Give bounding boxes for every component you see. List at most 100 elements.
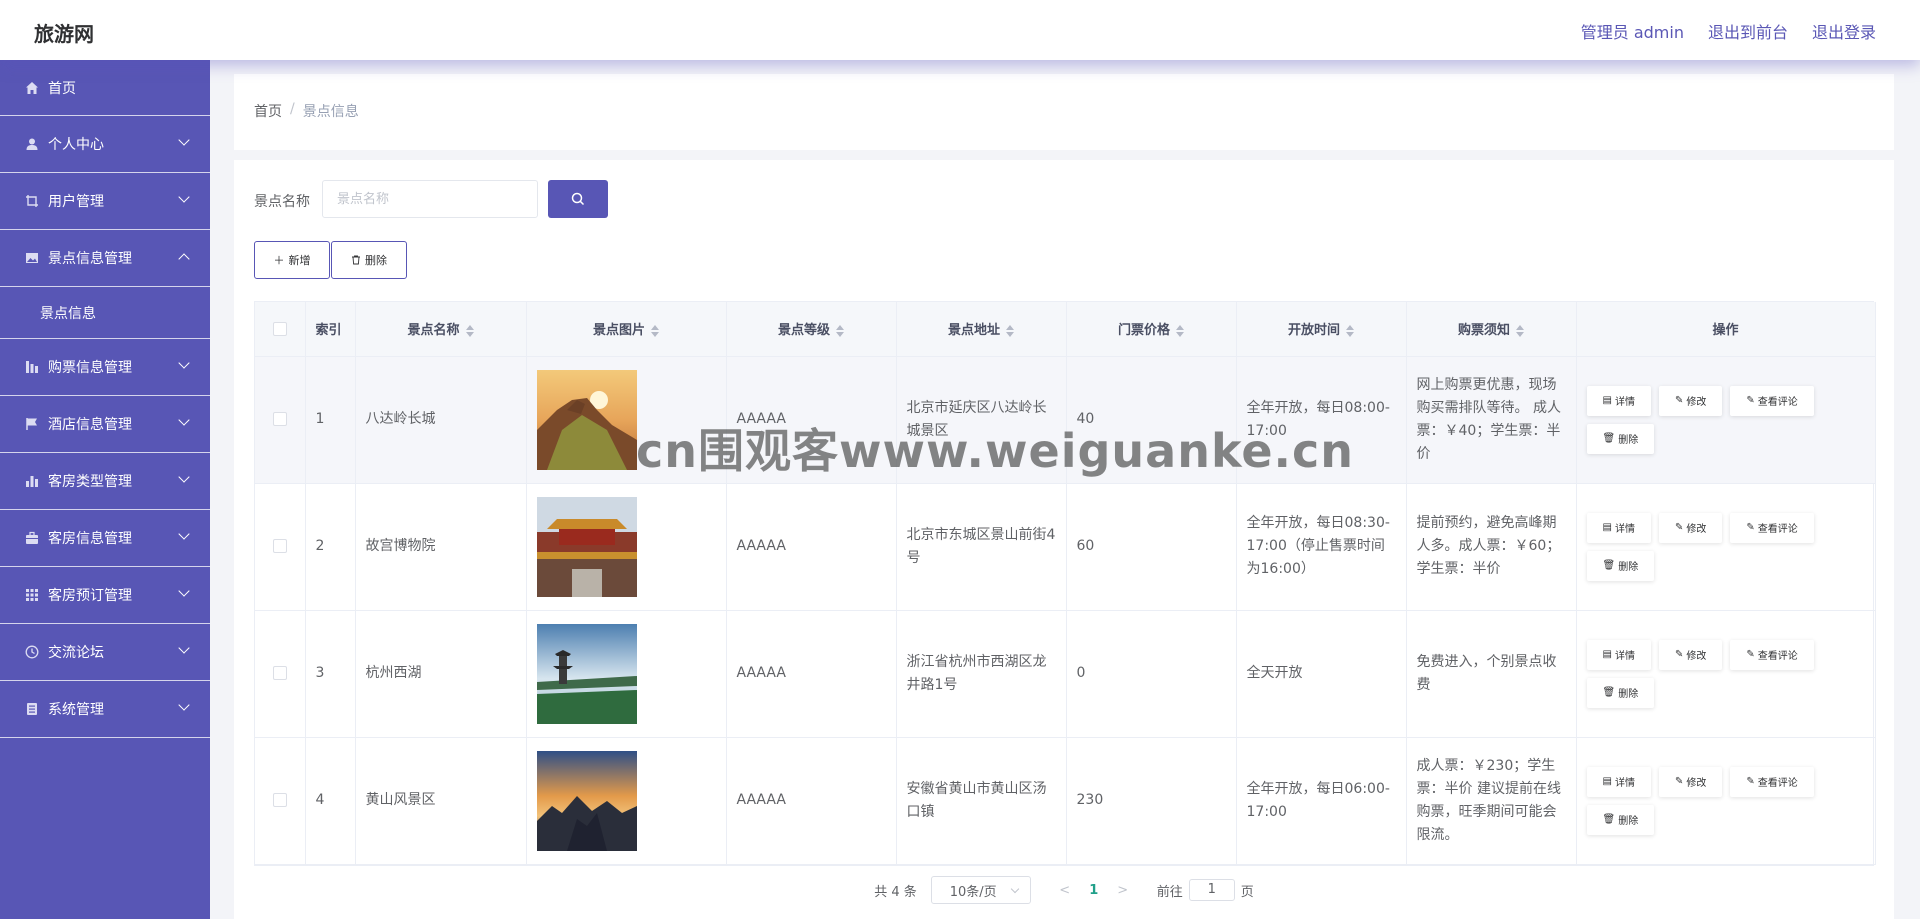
name-cell: 杭州西湖 bbox=[355, 610, 527, 738]
trash-icon: 🗑 bbox=[1602, 687, 1616, 698]
chevron-down-icon bbox=[178, 642, 190, 654]
level-cell: AAAAA bbox=[726, 610, 897, 738]
document-icon: ▤ bbox=[1602, 395, 1612, 406]
sidebar-item-room-management[interactable]: 客房信息管理 bbox=[0, 510, 210, 567]
detail-button[interactable]: ▤ 详情 bbox=[1586, 639, 1651, 670]
search-button[interactable] bbox=[548, 180, 608, 218]
logout-link[interactable]: 退出登录 bbox=[1812, 19, 1876, 43]
breadcrumb-current: 景点信息 bbox=[302, 104, 359, 120]
column-header-label: 景点名称 bbox=[407, 323, 460, 339]
sidebar-item-forum[interactable]: 交流论坛 bbox=[0, 624, 210, 681]
column-header-price[interactable]: 门票价格 bbox=[1066, 302, 1237, 357]
sort-caret-icon[interactable] bbox=[651, 324, 659, 337]
image-cell bbox=[526, 610, 727, 738]
sort-caret-icon[interactable] bbox=[1176, 324, 1184, 337]
sidebar-item-ticket-management[interactable]: 购票信息管理 bbox=[0, 339, 210, 396]
column-header-address[interactable]: 景点地址 bbox=[896, 302, 1067, 357]
sort-caret-icon[interactable] bbox=[465, 324, 474, 337]
sidebar-item-home[interactable]: 首页 bbox=[0, 60, 210, 116]
sort-caret-icon[interactable] bbox=[1346, 324, 1354, 337]
sort-caret-icon[interactable] bbox=[1516, 324, 1524, 337]
header-actions: 管理员 admin 退出到前台 退出登录 bbox=[1581, 19, 1876, 43]
goto-page: 前往 1 页 bbox=[1157, 879, 1254, 901]
sort-caret-icon[interactable] bbox=[836, 324, 844, 337]
sidebar-item-system[interactable]: 系统管理 bbox=[0, 681, 210, 738]
view-comments-button[interactable]: ✎ 查看评论 bbox=[1730, 512, 1814, 543]
column-header-level[interactable]: 景点等级 bbox=[726, 302, 897, 357]
sidebar-item-hotel-management[interactable]: 酒店信息管理 bbox=[0, 396, 210, 453]
page-size-select[interactable]: 10条/页 bbox=[930, 876, 1031, 904]
row-checkbox[interactable] bbox=[272, 539, 287, 553]
edit-button[interactable]: ✎ 修改 bbox=[1658, 766, 1723, 797]
delete-row-button[interactable]: 🗑 删除 bbox=[1586, 550, 1655, 581]
delete-row-button[interactable]: 🗑 删除 bbox=[1586, 423, 1655, 454]
sidebar-subitem-scenic-info[interactable]: 景点信息 bbox=[0, 287, 210, 339]
row-select-cell bbox=[255, 483, 306, 611]
hours-cell: 全年开放，每日08:30-17:00（停止售票时间为16:00） bbox=[1236, 483, 1407, 611]
view-comments-label: 查看评论 bbox=[1757, 651, 1798, 662]
batch-delete-button[interactable]: 删除 bbox=[331, 241, 407, 279]
column-header-image[interactable]: 景点图片 bbox=[526, 302, 727, 357]
home-icon bbox=[24, 80, 40, 96]
view-comments-button[interactable]: ✎ 查看评论 bbox=[1730, 766, 1814, 797]
sidebar-item-personal[interactable]: 个人中心 bbox=[0, 116, 210, 173]
pencil-icon: ✎ bbox=[1674, 522, 1684, 533]
select-all-checkbox[interactable] bbox=[272, 321, 287, 336]
breadcrumb-home[interactable]: 首页 bbox=[254, 101, 282, 121]
breadcrumb: 首页 / 景点信息 bbox=[254, 101, 359, 121]
column-header-label: 景点等级 bbox=[777, 323, 830, 339]
row-checkbox[interactable] bbox=[272, 666, 287, 680]
pagination: 共 4 条 10条/页 < 1 > 前往 1 页 bbox=[234, 875, 1894, 905]
add-button[interactable]: ＋ 新增 bbox=[254, 241, 330, 279]
sort-caret-icon[interactable] bbox=[1006, 324, 1014, 337]
row-checkbox[interactable] bbox=[272, 412, 287, 426]
detail-button[interactable]: ▤ 详情 bbox=[1586, 512, 1651, 543]
notice-cell: 免费进入，个别景点收费 bbox=[1406, 610, 1577, 738]
forbidden-city-photo[interactable] bbox=[536, 496, 637, 597]
sidebar-item-scenic-management[interactable]: 景点信息管理 bbox=[0, 230, 210, 287]
great-wall-photo[interactable] bbox=[536, 369, 637, 470]
view-comments-label: 查看评论 bbox=[1757, 397, 1798, 408]
sidebar-item-label: 客房信息管理 bbox=[48, 531, 132, 547]
view-comments-label: 查看评论 bbox=[1757, 778, 1798, 789]
view-comments-button[interactable]: ✎ 查看评论 bbox=[1730, 639, 1814, 670]
page-number-current[interactable]: 1 bbox=[1079, 883, 1109, 898]
index-cell: 4 bbox=[305, 737, 356, 865]
column-header-label: 购票须知 bbox=[1457, 323, 1510, 339]
sidebar-item-users[interactable]: 用户管理 bbox=[0, 173, 210, 230]
goto-page-input[interactable]: 1 bbox=[1188, 879, 1235, 901]
edit-button[interactable]: ✎ 修改 bbox=[1658, 512, 1723, 543]
trash-icon: 🗑 bbox=[1602, 560, 1616, 571]
delete-row-button[interactable]: 🗑 删除 bbox=[1586, 677, 1655, 708]
sidebar-item-label: 客房预订管理 bbox=[48, 588, 132, 604]
delete-row-button[interactable]: 🗑 删除 bbox=[1586, 804, 1655, 835]
sidebar-item-booking-management[interactable]: 客房预订管理 bbox=[0, 567, 210, 624]
chevron-down-icon bbox=[1010, 884, 1019, 894]
delete-row-label: 删除 bbox=[1618, 816, 1639, 827]
pencil-icon: ✎ bbox=[1674, 776, 1684, 787]
huangshan-photo[interactable] bbox=[536, 750, 637, 851]
sidebar-item-label: 系统管理 bbox=[48, 702, 104, 718]
sidebar-item-room-type-management[interactable]: 客房类型管理 bbox=[0, 453, 210, 510]
search-input[interactable] bbox=[322, 180, 538, 218]
delete-row-label: 删除 bbox=[1618, 435, 1639, 446]
column-header-name[interactable]: 景点名称 bbox=[355, 302, 527, 357]
admin-user-link[interactable]: 管理员 admin bbox=[1581, 19, 1684, 43]
edit-button[interactable]: ✎ 修改 bbox=[1658, 639, 1723, 670]
detail-button[interactable]: ▤ 详情 bbox=[1586, 766, 1651, 797]
detail-button[interactable]: ▤ 详情 bbox=[1586, 385, 1651, 416]
brand-title: 旅游网 bbox=[34, 22, 94, 46]
user-icon bbox=[24, 136, 40, 152]
view-comments-button[interactable]: ✎ 查看评论 bbox=[1730, 385, 1814, 416]
prev-page-button[interactable]: < bbox=[1051, 883, 1079, 898]
next-page-button[interactable]: > bbox=[1109, 883, 1137, 898]
column-header-hours[interactable]: 开放时间 bbox=[1236, 302, 1407, 357]
edit-button[interactable]: ✎ 修改 bbox=[1658, 385, 1723, 416]
row-checkbox[interactable] bbox=[272, 793, 287, 807]
trash-icon bbox=[352, 255, 360, 265]
column-header-notice[interactable]: 购票须知 bbox=[1406, 302, 1577, 357]
content-card: 景点名称 ＋ 新增 删除 索引 景点名称 景点图片 景点等级 bbox=[234, 160, 1894, 919]
name-cell: 黄山风景区 bbox=[355, 737, 527, 865]
back-to-front-link[interactable]: 退出到前台 bbox=[1708, 19, 1788, 43]
west-lake-photo[interactable] bbox=[536, 623, 637, 724]
